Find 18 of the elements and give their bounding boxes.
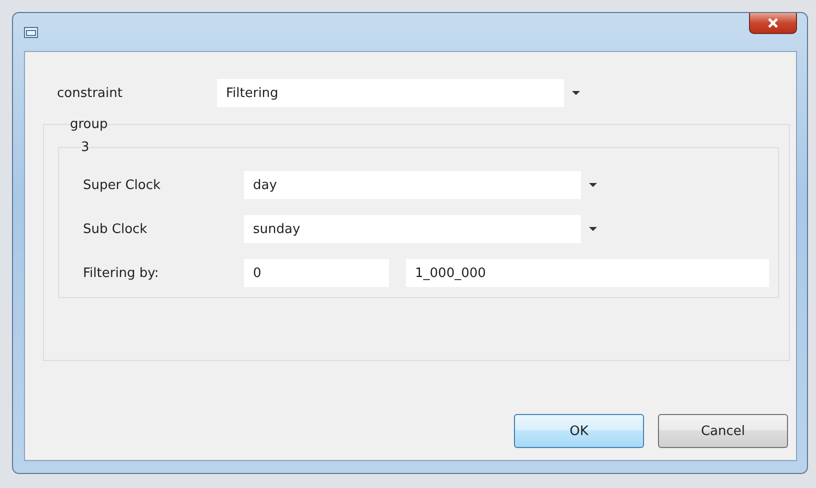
cancel-button[interactable]: Cancel [658,414,788,448]
field-label: Filtering by: [82,266,160,280]
close-icon [767,18,779,28]
combo-box[interactable]: Filtering [217,79,564,107]
dropdown-arrow-icon[interactable] [587,226,599,232]
field-label: constraint [56,86,124,100]
dropdown-arrow-icon[interactable] [587,182,599,188]
input-field[interactable]: 0 [244,259,389,287]
input-field[interactable]: 1_000_000 [406,259,769,287]
close-button[interactable] [749,13,797,34]
group-title: 3 [81,140,90,155]
field-label: Sub Clock [82,222,148,236]
field-label: Super Clock [82,178,162,192]
combo-box[interactable]: day [244,171,581,199]
group-title: group [70,117,108,132]
dropdown-arrow-icon[interactable] [570,90,582,96]
combo-box[interactable]: sunday [244,215,581,243]
ok-button[interactable]: OK [514,414,644,448]
